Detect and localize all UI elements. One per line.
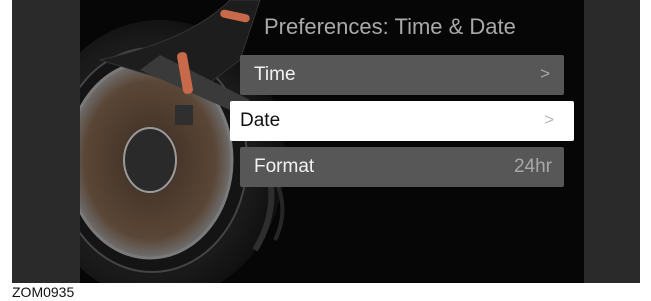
frame-left-bezel [12,0,80,283]
format-value: 24hr [513,156,552,177]
chevron-right-icon: > [544,110,554,129]
menu-item-date[interactable]: Date > [230,101,574,141]
menu-item-label: Time [254,64,296,85]
page-title: Preferences: Time & Date [264,14,516,39]
frame-right-bezel [584,0,640,283]
motorcycle-rear-wheel-image [80,0,285,283]
menu-item-time[interactable]: Time > [240,55,564,95]
menu-item-label: Date [240,110,281,131]
menu-item-format[interactable]: Format 24hr [240,147,564,187]
display-frame: Preferences: Time & Date Time > Date > F… [12,0,640,283]
chevron-right-icon: > [540,64,550,83]
display-screen: Preferences: Time & Date Time > Date > F… [80,0,584,283]
figure-code: ZOM0935 [12,284,75,300]
menu-item-label: Format [254,156,315,177]
